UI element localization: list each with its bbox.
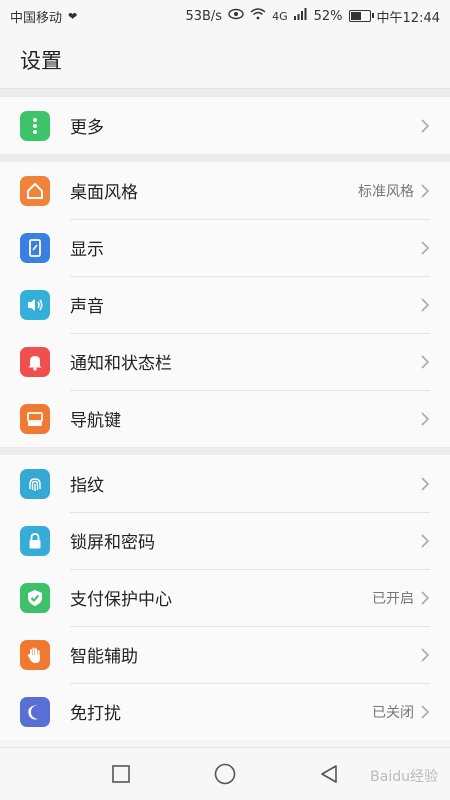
settings-item-sound[interactable]: 声音 [0,276,450,333]
settings-item-label: 支付保护中心 [70,590,172,610]
eye-icon [228,8,244,24]
recent-apps-button[interactable] [109,762,133,786]
fingerprint-icon [20,468,50,499]
square-icon [112,765,130,783]
settings-item-label: 桌面风格 [70,183,138,203]
hand-icon [20,639,50,670]
home-icon [20,175,50,206]
signal-tag: 4G [272,9,288,23]
settings-item-label: 指纹 [70,476,104,496]
page-title: 设置 [0,32,450,89]
dots-vertical-icon [20,110,50,141]
settings-item-label: 更多 [70,118,104,138]
settings-item-payment-protection[interactable]: 支付保护中心 已开启 [0,569,450,626]
chevron-right-icon [421,704,430,719]
speaker-icon [20,289,50,320]
bell-icon [20,346,50,377]
chevron-right-icon [421,297,430,312]
divider [0,154,450,162]
heart-icon: ❤ [68,9,78,23]
settings-item-label: 免打扰 [70,704,121,724]
chevron-right-icon [421,183,430,198]
divider [0,89,450,97]
settings-item-smart-assist[interactable]: 智能辅助 [0,626,450,683]
settings-item-more[interactable]: 更多 [0,97,450,154]
settings-item-value: 已开启 [372,590,414,607]
lock-icon [20,525,50,556]
triangle-back-icon [321,765,337,783]
signal-icon [293,8,308,24]
settings-item-do-not-disturb[interactable]: 免打扰 已关闭 [0,683,450,740]
settings-item-home-style[interactable]: 桌面风格 标准风格 [0,162,450,219]
settings-group-security: 指纹 锁屏和密码 支付保护中心 已开启 智能辅助 免打扰 已关闭 [0,455,450,740]
settings-item-label: 导航键 [70,411,121,431]
shield-check-icon [20,582,50,613]
settings-item-value: 标准风格 [358,183,414,200]
chevron-right-icon [421,590,430,605]
chevron-right-icon [421,533,430,548]
watermark-logo: Baidu经验 [370,769,438,785]
home-button[interactable] [213,762,237,786]
circle-icon [214,763,236,785]
battery-icon [348,10,374,22]
settings-item-display[interactable]: 显示 [0,219,450,276]
settings-item-label: 智能辅助 [70,647,138,667]
settings-group-display: 桌面风格 标准风格 显示 声音 通知和状态栏 导航键 [0,162,450,447]
settings-item-notifications[interactable]: 通知和状态栏 [0,333,450,390]
settings-item-label: 显示 [70,240,104,260]
moon-icon [20,696,50,727]
display-icon [20,232,50,263]
navigation-key-icon [20,403,50,434]
chevron-right-icon [421,476,430,491]
wifi-icon [250,8,266,24]
chevron-right-icon [421,354,430,369]
settings-item-label: 通知和状态栏 [70,354,172,374]
chevron-right-icon [421,118,430,133]
back-button[interactable] [317,762,341,786]
settings-item-value: 已关闭 [372,704,414,721]
settings-item-lock-screen[interactable]: 锁屏和密码 [0,512,450,569]
battery-percent: 52% [313,8,343,24]
network-speed: 53B/s [185,8,223,24]
settings-item-fingerprint[interactable]: 指纹 [0,455,450,512]
settings-group-more: 更多 [0,97,450,154]
carrier-label: 中国移动 [10,10,63,26]
settings-item-label: 锁屏和密码 [70,533,155,553]
divider [0,447,450,455]
settings-item-navigation-keys[interactable]: 导航键 [0,390,450,447]
status-bar: 中国移动 ❤ 53B/s 4G 52% 中午12:44 [0,0,450,32]
chevron-right-icon [421,240,430,255]
chevron-right-icon [421,411,430,426]
settings-item-label: 声音 [70,297,104,317]
clock: 中午12:44 [376,10,440,26]
chevron-right-icon [421,647,430,662]
